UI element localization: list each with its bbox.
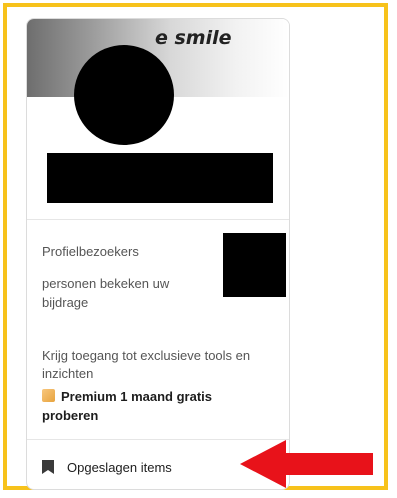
post-viewers-label[interactable]: personen bekeken uw bijdrage <box>42 274 207 312</box>
premium-promo-text: Krijg toegang tot exclusieve tools en in… <box>42 348 251 381</box>
banner-text: e smile <box>155 27 232 49</box>
saved-items-link[interactable]: Opgeslagen items <box>42 455 172 479</box>
red-arrow-icon <box>240 440 373 488</box>
profile-visitors-label[interactable]: Profielbezoekers <box>42 244 139 259</box>
bookmark-icon <box>42 460 54 474</box>
profile-name-redacted[interactable] <box>47 153 273 203</box>
premium-trial-link[interactable]: Premium 1 maand gratis proberen <box>42 387 257 425</box>
divider <box>27 219 289 220</box>
avatar-redacted[interactable] <box>74 45 174 145</box>
counts-redacted <box>223 233 286 297</box>
profile-card: e smile Profielbezoekers personen bekeke… <box>26 18 290 490</box>
premium-trial-label: Premium 1 maand gratis proberen <box>42 389 212 423</box>
premium-icon <box>42 389 55 402</box>
saved-items-label: Opgeslagen items <box>67 459 172 475</box>
